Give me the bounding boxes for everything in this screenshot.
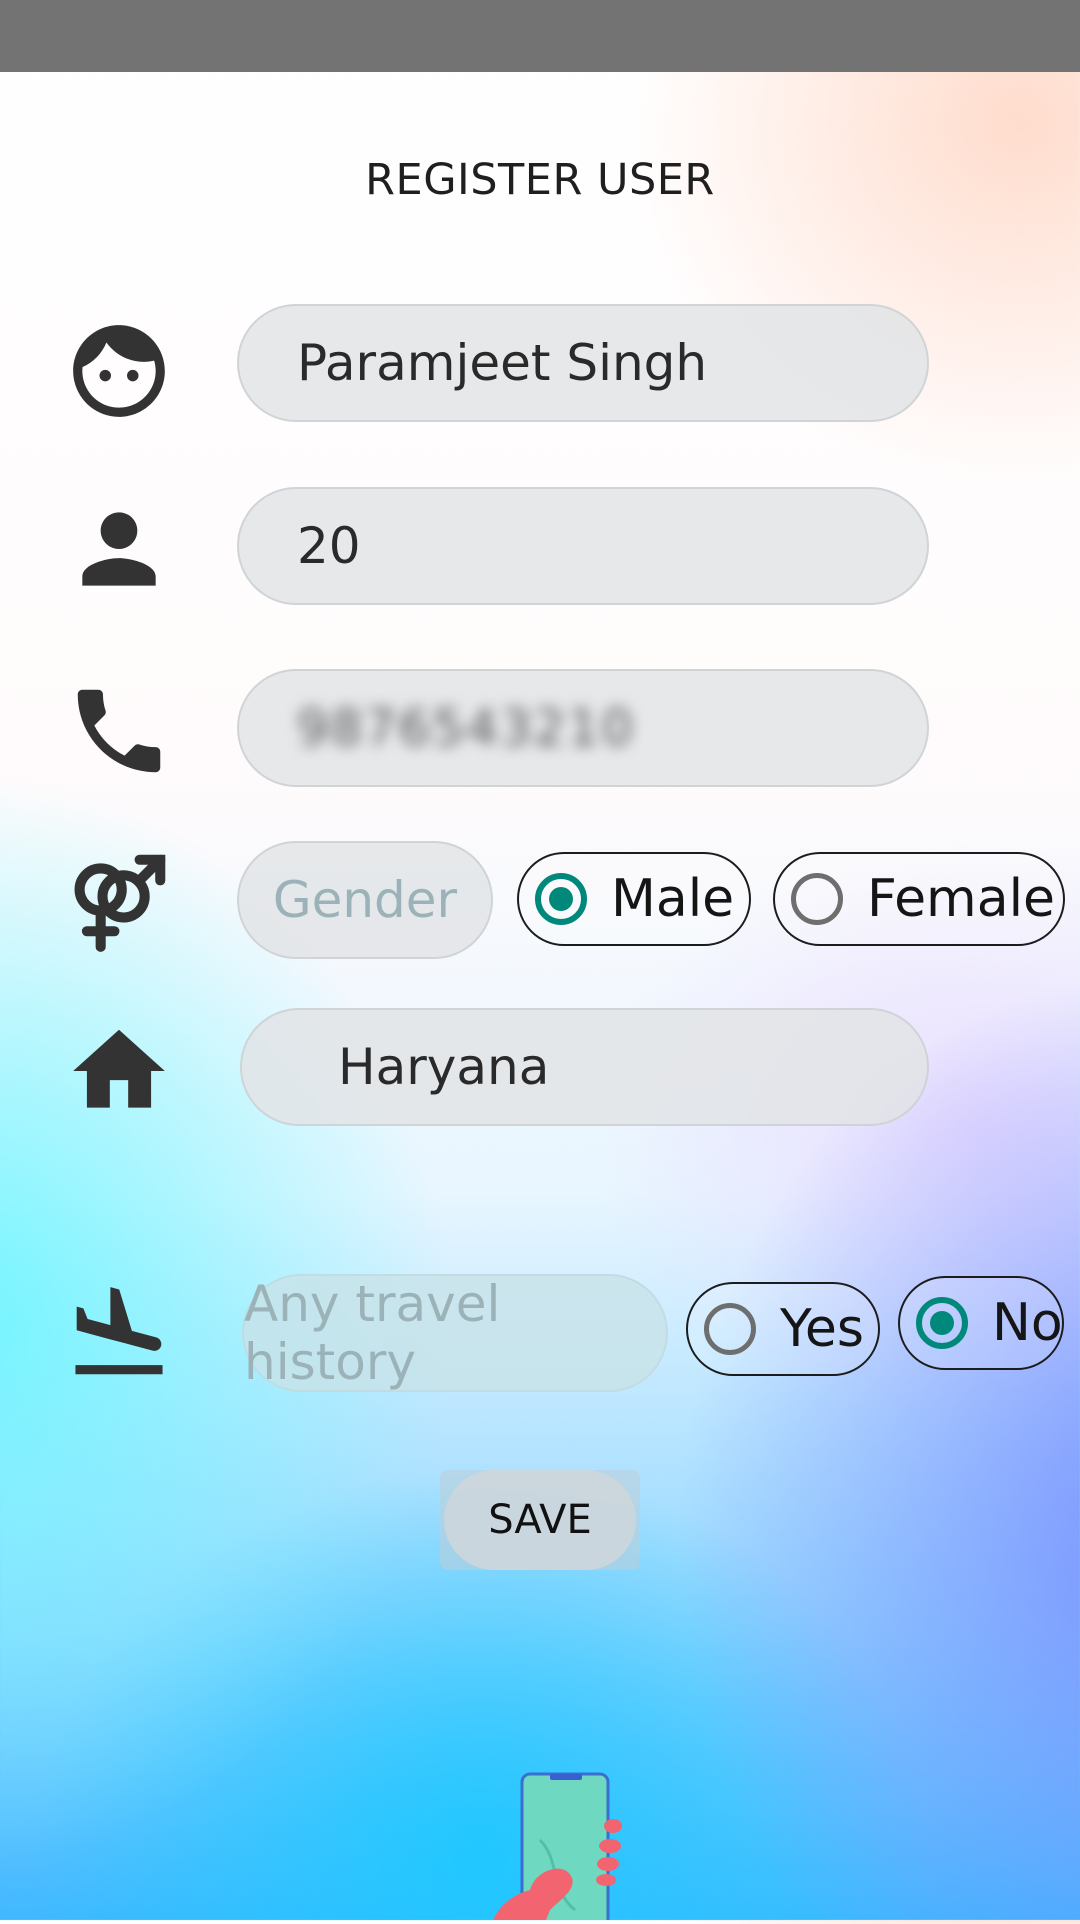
radio-unchecked-icon	[704, 1303, 756, 1355]
flight-land-icon	[64, 1278, 174, 1388]
gender-female-label: Female	[867, 869, 1056, 929]
gender-male-label: Male	[611, 869, 735, 929]
age-field[interactable]: 20	[237, 487, 929, 605]
home-icon	[64, 1016, 174, 1126]
gender-icon	[64, 846, 174, 956]
name-field[interactable]: Paramjeet Singh	[237, 304, 929, 422]
travel-yes-radio[interactable]: Yes	[686, 1282, 880, 1376]
person-icon	[64, 494, 174, 604]
travel-yes-label: Yes	[780, 1299, 864, 1359]
travel-no-label: No	[992, 1293, 1063, 1353]
page-title: REGISTER USER	[365, 155, 715, 205]
phone-field[interactable]: 9876543210	[237, 669, 929, 787]
state-field[interactable]: Haryana	[240, 1008, 929, 1126]
gender-male-radio[interactable]: Male	[517, 852, 751, 946]
state-value: Haryana	[338, 1038, 550, 1096]
phone-value: 9876543210	[297, 699, 636, 757]
face-icon	[64, 316, 174, 426]
radio-checked-icon	[535, 873, 587, 925]
gender-female-radio[interactable]: Female	[773, 852, 1065, 946]
gender-label: Gender	[237, 841, 493, 959]
gender-label-text: Gender	[272, 871, 458, 929]
save-button[interactable]: SAVE	[440, 1470, 640, 1570]
travel-label: Any travel history	[242, 1274, 668, 1392]
status-bar	[0, 0, 1080, 72]
radio-checked-icon	[916, 1297, 968, 1349]
travel-label-text: Any travel history	[244, 1275, 501, 1391]
travel-no-radio[interactable]: No	[898, 1276, 1064, 1370]
radio-unchecked-icon	[791, 873, 843, 925]
phone-in-hand-illustration	[480, 1760, 640, 1924]
name-value: Paramjeet Singh	[297, 334, 708, 392]
age-value: 20	[297, 517, 361, 575]
save-button-label: SAVE	[444, 1470, 636, 1570]
phone-icon	[64, 676, 174, 786]
